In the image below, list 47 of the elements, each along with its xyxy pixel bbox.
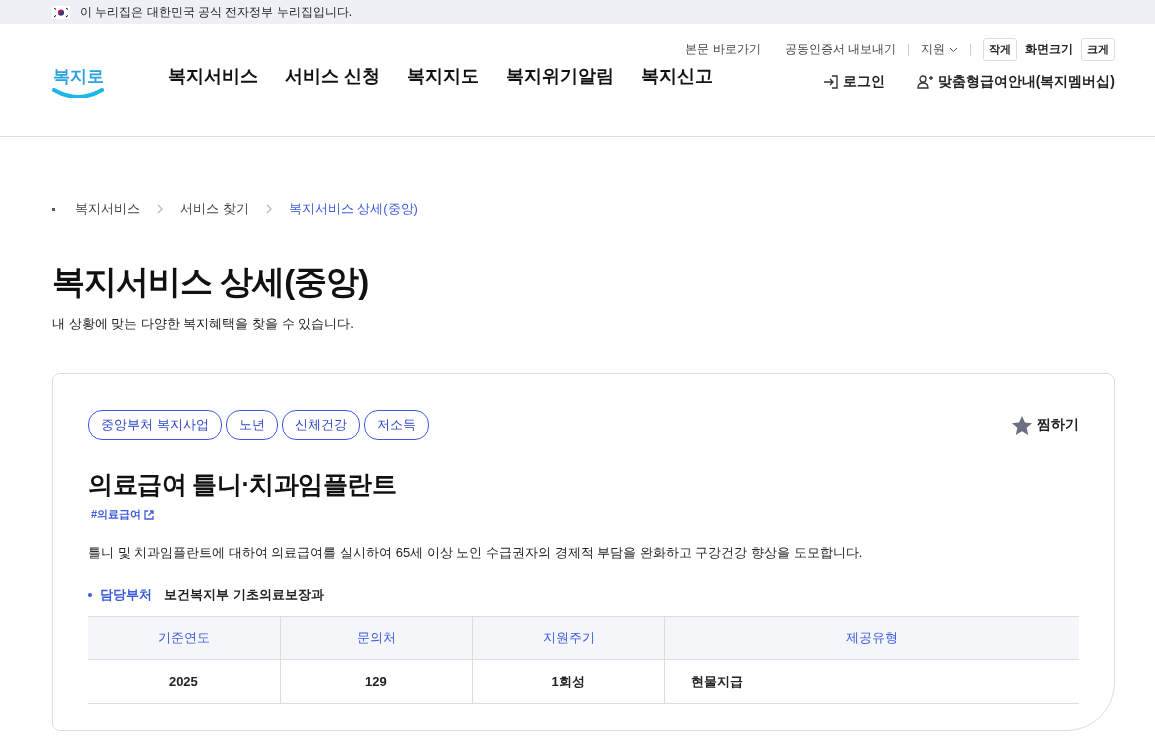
flag-icon	[52, 5, 70, 19]
category-tag[interactable]: 노년	[225, 410, 278, 440]
font-size-label: 화면크기	[1025, 41, 1073, 58]
table-cell: 129	[280, 659, 473, 704]
star-icon	[1011, 414, 1033, 436]
column-header: 기준연도	[88, 616, 281, 660]
page-title: 복지서비스 상세(중앙)	[52, 262, 370, 302]
department-label: 담당부처	[100, 586, 152, 604]
column-header: 제공유형	[664, 616, 1079, 660]
utility-link[interactable]: 공동인증서 내보내기	[784, 41, 896, 58]
login-icon	[822, 73, 839, 90]
login-link[interactable]: 로그인	[822, 72, 885, 91]
gov-notice: 이 누리집은 대한민국 공식 전자정부 누리집입니다.	[80, 3, 352, 21]
column-header: 지원주기	[472, 616, 665, 660]
breadcrumb-bullet	[52, 207, 55, 211]
font-larger-button[interactable]: 크게	[1081, 38, 1115, 61]
service-description: 틀니 및 치과임플란트에 대하여 의료급여를 실시하여 65세 이상 노인 수급권자의 경제적 부담을 완화하고 구강건강 향상을 도모합니다.	[88, 544, 864, 562]
hashtag-link[interactable]: #의료급여	[91, 507, 155, 522]
category-tag[interactable]: 중앙부처 복지사업	[88, 410, 222, 440]
nav-item[interactable]: 서비스 신청	[285, 63, 380, 88]
category-tag[interactable]: 신체건강	[281, 410, 360, 440]
breadcrumb-link[interactable]: 복지서비스 상세(중앙)	[288, 200, 418, 218]
nav-item[interactable]: 복지위기알림	[506, 63, 614, 88]
nav-item[interactable]: 복지신고	[641, 63, 713, 88]
nav-item[interactable]: 복지서비스	[168, 63, 258, 88]
category-tag[interactable]: 저소득	[363, 410, 429, 440]
favorite-button[interactable]: 찜하기	[1011, 414, 1079, 436]
table-cell: 현물지급	[664, 659, 1079, 704]
chevron-right-icon	[156, 204, 164, 214]
column-header: 문의처	[280, 616, 473, 660]
service-title: 의료급여 틀니·치과임플란트	[88, 469, 398, 500]
bullet-icon	[88, 593, 92, 597]
breadcrumb-link[interactable]: 서비스 찾기	[180, 200, 249, 218]
chevron-down-icon	[949, 46, 958, 53]
user-plus-icon	[916, 73, 934, 90]
page-subtitle: 내 상황에 맞는 다양한 복지혜택을 찾을 수 있습니다.	[52, 315, 355, 333]
support-menu[interactable]: 지원	[921, 41, 958, 58]
department-value: 보건복지부 기초의료보장과	[164, 586, 324, 604]
table-cell: 1회성	[472, 659, 665, 704]
nav-item[interactable]: 복지지도	[407, 63, 479, 88]
font-smaller-button[interactable]: 작게	[983, 38, 1017, 61]
utility-link[interactable]: 본문 바로가기	[685, 41, 761, 58]
membership-link[interactable]: 맞춤형급여안내(복지멤버십)	[916, 72, 1115, 91]
table-cell: 2025	[88, 659, 281, 704]
breadcrumb-link[interactable]: 복지서비스	[75, 200, 140, 218]
chevron-right-icon	[264, 204, 273, 214]
external-link-icon	[144, 509, 155, 520]
